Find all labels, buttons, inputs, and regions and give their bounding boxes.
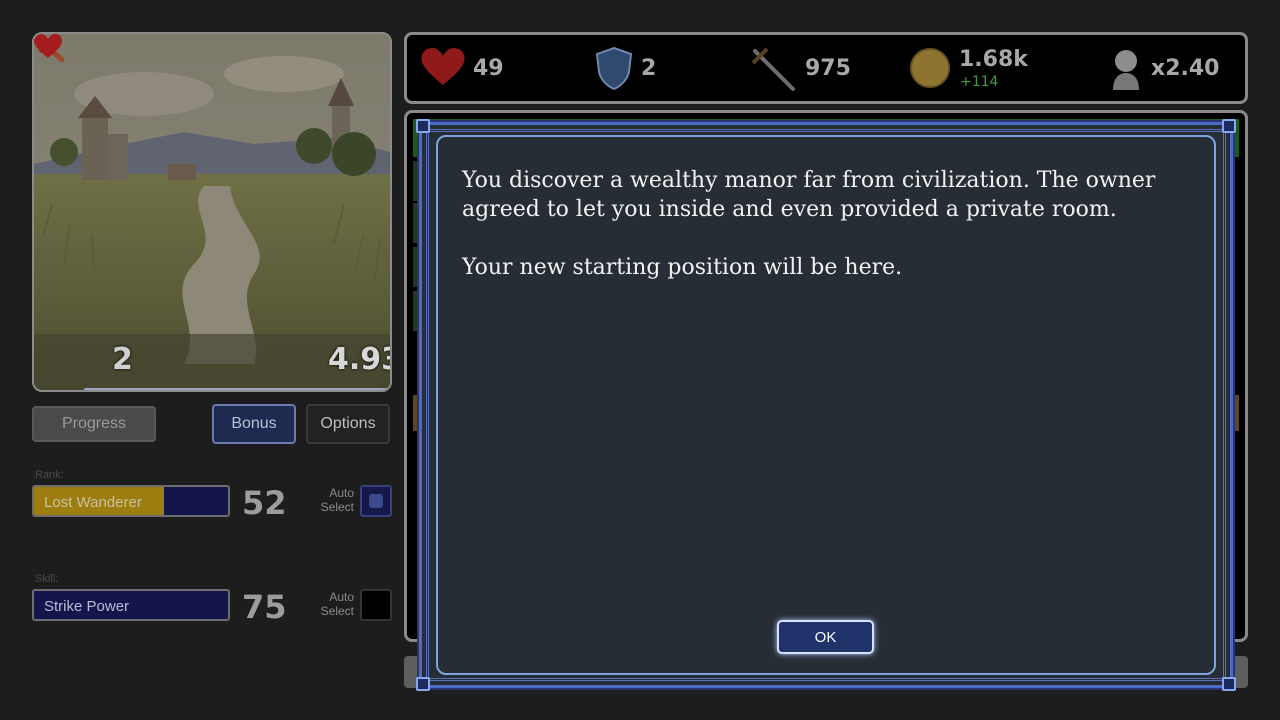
- ok-button[interactable]: OK: [777, 620, 874, 654]
- enemy-hp-bar: [84, 388, 390, 390]
- rank-value: 52: [242, 484, 287, 522]
- skill-bar[interactable]: Strike Power: [32, 589, 230, 621]
- tab-options[interactable]: Options: [306, 404, 390, 444]
- stat-health: 49: [421, 35, 504, 101]
- gold-value: 1.68k: [959, 46, 1028, 72]
- rank-label: Rank:: [35, 469, 64, 481]
- stat-gold: 1.68k: [909, 35, 1028, 101]
- scene-card: 2 4.93k: [32, 32, 392, 392]
- dialog-message: You discover a wealthy manor far from ci…: [462, 166, 1202, 311]
- attack-value: 975: [805, 55, 851, 81]
- gold-income: +114: [960, 74, 999, 90]
- health-value: 49: [473, 55, 504, 81]
- enemy-count: 2: [112, 342, 133, 377]
- dialog-paragraph: You discover a wealthy manor far from ci…: [462, 168, 1156, 222]
- skill-value: 75: [242, 588, 287, 626]
- corner-ornament: [1222, 677, 1236, 691]
- heart-icon: [421, 48, 465, 85]
- stat-armor: 2: [595, 35, 656, 101]
- rank-auto-select-label: Auto Select: [320, 486, 354, 514]
- multiplier-value: x2.40: [1151, 55, 1220, 81]
- shield-icon: [595, 46, 633, 90]
- heart-icon: [34, 34, 62, 58]
- enemy-hp: 4.93k: [328, 342, 390, 377]
- stats-bar: 49 2 975 1.68k x2.40: [404, 32, 1248, 104]
- armor-value: 2: [641, 55, 657, 81]
- landscape-illustration: [34, 34, 390, 390]
- skill-label: Skill:: [35, 573, 59, 585]
- sword-icon: [751, 47, 795, 91]
- dialog-paragraph: Your new starting position will be here.: [462, 255, 903, 280]
- skill-name: Strike Power: [44, 598, 130, 615]
- skill-auto-select-label: Auto Select: [320, 590, 354, 618]
- corner-ornament: [416, 119, 430, 133]
- gold-coin-icon: [910, 48, 950, 88]
- bust-icon: [1113, 50, 1139, 90]
- tab-bonus[interactable]: Bonus: [212, 404, 296, 444]
- skill-auto-select-checkbox[interactable]: [360, 589, 392, 621]
- stat-multiplier: x2.40: [1109, 35, 1219, 101]
- tab-progress[interactable]: Progress: [32, 406, 156, 442]
- rank-name: Lost Wanderer: [44, 494, 142, 511]
- rank-auto-select-checkbox[interactable]: [360, 485, 392, 517]
- rank-bar[interactable]: Lost Wanderer: [32, 485, 230, 517]
- corner-ornament: [416, 677, 430, 691]
- stat-attack: 975: [747, 35, 851, 101]
- corner-ornament: [1222, 119, 1236, 133]
